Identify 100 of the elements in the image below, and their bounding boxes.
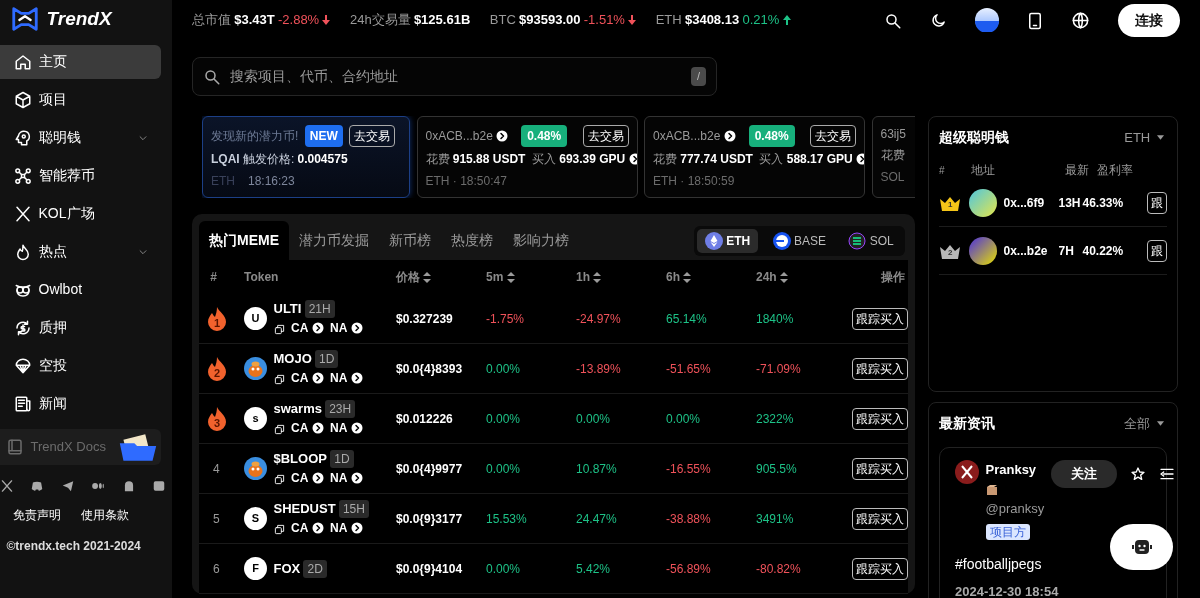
nav-item[interactable]: 热点 bbox=[0, 234, 161, 269]
follow-buy-button[interactable]: 跟踪买入 bbox=[852, 557, 908, 580]
logo-icon bbox=[10, 4, 40, 34]
wallet-address: 0x...6f9 bbox=[1003, 194, 1046, 212]
book-icon bbox=[6, 437, 24, 456]
flame-icon bbox=[14, 242, 32, 261]
ca-link[interactable]: CA bbox=[291, 519, 324, 538]
chain-tab[interactable]: ETH bbox=[696, 228, 759, 253]
token-avatar: U bbox=[244, 307, 267, 330]
ticker-change: 0.21% bbox=[742, 11, 780, 30]
footer-link[interactable]: 免责声明 bbox=[13, 505, 61, 524]
buy-amount-link[interactable]: 693.39 GPU bbox=[559, 150, 637, 169]
follow-buy-button[interactable]: 跟 bbox=[1147, 191, 1167, 214]
search-input[interactable]: 搜索项目、代币、合约地址 bbox=[227, 65, 685, 88]
head-icon bbox=[14, 128, 32, 147]
follow-button[interactable]: 关注 bbox=[1050, 460, 1117, 488]
chain-tab[interactable]: BASE bbox=[764, 228, 834, 253]
moon-icon bbox=[930, 12, 947, 30]
tab[interactable]: 新币榜 bbox=[379, 221, 441, 260]
price-change: 1840% bbox=[756, 310, 795, 328]
app-button[interactable] bbox=[1027, 10, 1043, 30]
trade-button[interactable]: 去交易 bbox=[349, 125, 396, 147]
change-badge: 0.48% bbox=[521, 125, 568, 147]
na-link[interactable]: NA bbox=[330, 319, 363, 338]
rank-number: 4 bbox=[212, 461, 220, 476]
x-logo-icon bbox=[0, 478, 14, 493]
nav-item[interactable]: 主页 bbox=[0, 44, 161, 79]
nav-item[interactable]: 质押 bbox=[0, 310, 161, 345]
na-link[interactable]: NA bbox=[330, 469, 363, 488]
nav-item[interactable]: KOL广场 bbox=[0, 196, 161, 231]
token-price: $0.0{9}4104 bbox=[396, 560, 464, 578]
tab[interactable]: 热度榜 bbox=[441, 221, 503, 260]
address-link[interactable]: 0xACB...b2e bbox=[425, 127, 509, 145]
wallet-avatar-icon bbox=[969, 236, 997, 265]
wallet-avatar-icon bbox=[969, 188, 997, 217]
tab[interactable]: 潜力币发掘 bbox=[289, 221, 379, 260]
price-change: 15.53% bbox=[486, 510, 528, 528]
price-change: 905.5% bbox=[756, 460, 798, 478]
x-avatar-icon bbox=[955, 460, 979, 484]
ca-link[interactable]: CA bbox=[291, 419, 324, 438]
token-age: 1D bbox=[330, 449, 354, 468]
footer-link[interactable]: 使用条款 bbox=[80, 505, 129, 524]
trade-button[interactable]: 去交易 bbox=[810, 125, 856, 147]
tab[interactable]: 影响力榜 bbox=[503, 221, 579, 260]
chain-filter[interactable]: ETH bbox=[1124, 127, 1164, 148]
tab[interactable]: 热门MEME bbox=[199, 221, 289, 260]
token-age: 1D bbox=[315, 349, 339, 368]
brand-name: TrendX bbox=[46, 6, 112, 31]
news-filter[interactable]: 全部 bbox=[1124, 413, 1164, 434]
nav-item[interactable]: Owlbot bbox=[0, 272, 161, 307]
follow-buy-button[interactable]: 跟踪买入 bbox=[852, 457, 908, 480]
chain-time: SOL bbox=[880, 168, 905, 186]
ticker-value: $3.43T bbox=[234, 11, 275, 30]
address-link[interactable]: 63ij5 bbox=[880, 125, 906, 143]
trade-button[interactable]: 去交易 bbox=[582, 125, 629, 147]
ca-link[interactable]: CA bbox=[291, 319, 324, 338]
column-header: 盈利率 bbox=[1097, 162, 1133, 179]
follow-buy-button[interactable]: 跟踪买入 bbox=[852, 357, 908, 380]
price-change: 0.00% bbox=[576, 410, 612, 428]
avatar-icon[interactable] bbox=[975, 8, 999, 32]
connect-button[interactable]: 连接 bbox=[1118, 3, 1180, 37]
price-change: 65.14% bbox=[666, 310, 708, 328]
search-icon bbox=[884, 11, 902, 30]
card-title: 超级聪明钱 bbox=[939, 128, 1009, 147]
token-symbol: LQAI bbox=[211, 151, 240, 169]
ca-link[interactable]: CA bbox=[291, 469, 324, 488]
rank-number: 3 bbox=[214, 417, 221, 429]
search-bar[interactable]: 搜索项目、代币、合约地址 / bbox=[192, 57, 717, 96]
parachute-icon bbox=[14, 356, 32, 375]
nav-item[interactable]: 聪明钱 bbox=[0, 120, 161, 155]
caret-icon bbox=[1156, 135, 1164, 140]
nav-item[interactable]: 智能荐币 bbox=[0, 158, 161, 193]
sort-icon bbox=[779, 271, 788, 283]
na-link[interactable]: NA bbox=[330, 519, 363, 538]
na-link[interactable]: NA bbox=[330, 419, 363, 438]
sort-icon bbox=[506, 271, 515, 283]
rank-number: 5 bbox=[212, 511, 220, 526]
chain-tab[interactable]: SOL bbox=[840, 228, 902, 253]
ticker-label: BTC bbox=[489, 11, 516, 30]
caret-icon bbox=[1156, 421, 1164, 426]
nav-item[interactable]: 空投 bbox=[0, 348, 161, 383]
token-avatar: s bbox=[244, 407, 267, 430]
follow-buy-button[interactable]: 跟 bbox=[1147, 239, 1167, 262]
chevron-circle-icon bbox=[311, 422, 324, 435]
ca-link[interactable]: CA bbox=[291, 369, 324, 388]
flame-icon bbox=[207, 406, 227, 431]
buy-amount-link[interactable]: 588.17 GPU bbox=[786, 150, 864, 169]
na-link[interactable]: NA bbox=[330, 369, 363, 388]
chevron-circle-icon bbox=[311, 472, 324, 485]
follow-buy-button[interactable]: 跟踪买入 bbox=[852, 507, 908, 530]
token-age: 2D bbox=[303, 559, 327, 578]
token-name: swarms bbox=[273, 400, 322, 418]
nav-item[interactable]: 新闻 bbox=[0, 386, 161, 421]
address-link[interactable]: 0xACB...b2e bbox=[653, 127, 736, 145]
sort-icon bbox=[593, 271, 602, 283]
follow-buy-button[interactable]: 跟踪买入 bbox=[852, 307, 908, 330]
nav-item[interactable]: 项目 bbox=[0, 82, 161, 117]
latest-time: 13H bbox=[1058, 194, 1082, 212]
follow-buy-button[interactable]: 跟踪买入 bbox=[852, 407, 908, 430]
role-tag: 项目方 bbox=[985, 523, 1030, 540]
